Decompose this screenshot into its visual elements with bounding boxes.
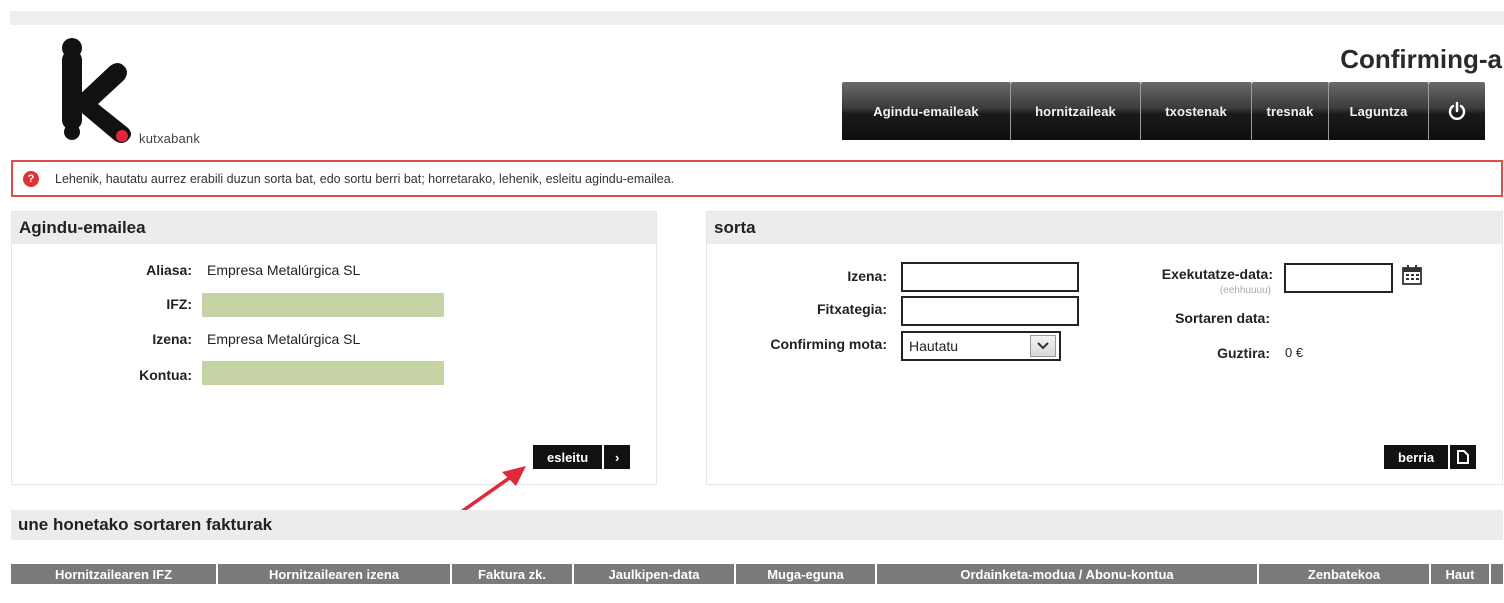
calendar-icon[interactable] <box>1401 264 1423 286</box>
column-header[interactable]: Haut <box>1431 564 1491 584</box>
ifz-label: IFZ: <box>166 296 192 312</box>
nav-item-agindu-emaileak[interactable]: Agindu-emaileak <box>842 82 1011 140</box>
izena-label: Izena: <box>152 331 192 347</box>
column-header[interactable]: Ordainketa-modua / Abonu-kontua <box>877 564 1259 584</box>
ifz-masked-value <box>202 293 444 317</box>
berria-label: berria <box>1398 449 1435 465</box>
kontua-label: Kontua: <box>139 367 192 383</box>
column-header[interactable]: Faktura zk. <box>452 564 574 584</box>
panel-title: sorta <box>707 212 1502 244</box>
invoices-section-title: une honetako sortaren fakturak <box>11 510 1503 540</box>
confirming-mota-value: Hautatu <box>909 338 959 354</box>
app-title: Confirming-a <box>1340 44 1502 74</box>
nav-item-hornitzaileak[interactable]: hornitzaileak <box>1011 82 1141 140</box>
izena-value: Empresa Metalúrgica SL <box>207 331 361 347</box>
main-nav: Agindu-emaileak hornitzaileak txostenak … <box>842 82 1485 140</box>
confirming-mota-label: Confirming mota: <box>770 336 887 352</box>
power-icon <box>1448 101 1466 120</box>
guztira-label: Guztira: <box>1217 345 1270 361</box>
invoices-table-header: Hornitzailearen IFZ Hornitzailearen izen… <box>11 564 1503 584</box>
nav-item-txostenak[interactable]: txostenak <box>1141 82 1252 140</box>
panel-title: Agindu-emailea <box>12 212 656 244</box>
column-header[interactable]: Hornitzailearen izena <box>218 564 452 584</box>
alert-banner: ? Lehenik, hautatu aurrez erabili duzun … <box>11 160 1503 197</box>
column-header[interactable]: Zenbatekoa <box>1259 564 1431 584</box>
exekutatze-data-label: Exekutatze-data: <box>1161 266 1273 282</box>
agindu-emailea-panel: Agindu-emailea <box>11 211 657 485</box>
alert-text: Lehenik, hautatu aurrez erabili duzun so… <box>55 171 675 186</box>
sortaren-data-label: Sortaren data: <box>1175 310 1270 326</box>
chevron-right-icon: › <box>602 445 630 469</box>
confirming-mota-select[interactable]: Hautatu <box>901 331 1061 361</box>
sorta-izena-input[interactable] <box>901 262 1079 292</box>
top-strip <box>10 11 1504 25</box>
kontua-masked-value <box>202 361 444 385</box>
column-header[interactable]: Hornitzailearen IFZ <box>11 564 218 584</box>
guztira-value: 0 € <box>1285 345 1304 360</box>
date-format-hint: (eehhuuuu) <box>1219 285 1271 296</box>
column-header[interactable]: Jaulkipen-data <box>574 564 736 584</box>
nav-item-laguntza[interactable]: Laguntza <box>1329 82 1429 140</box>
sorta-izena-label: Izena: <box>847 268 887 284</box>
chevron-down-icon[interactable] <box>1030 335 1056 357</box>
berria-button[interactable]: berria <box>1384 445 1477 469</box>
logout-button[interactable] <box>1429 82 1485 140</box>
kutxabank-logo <box>62 38 131 143</box>
new-document-icon <box>1448 445 1476 469</box>
esleitu-button[interactable]: esleitu › <box>533 445 631 469</box>
fitxategia-label: Fitxategia: <box>816 301 887 317</box>
fitxategia-input[interactable] <box>901 296 1079 326</box>
aliasa-label: Aliasa: <box>146 262 192 278</box>
esleitu-label: esleitu <box>547 449 589 465</box>
alert-question-icon: ? <box>23 170 39 187</box>
brand-name: kutxabank <box>139 131 201 146</box>
column-header[interactable]: Muga-eguna <box>736 564 877 584</box>
exekutatze-data-input[interactable] <box>1284 263 1393 293</box>
nav-item-tresnak[interactable]: tresnak <box>1252 82 1329 140</box>
aliasa-value: Empresa Metalúrgica SL <box>207 262 361 278</box>
